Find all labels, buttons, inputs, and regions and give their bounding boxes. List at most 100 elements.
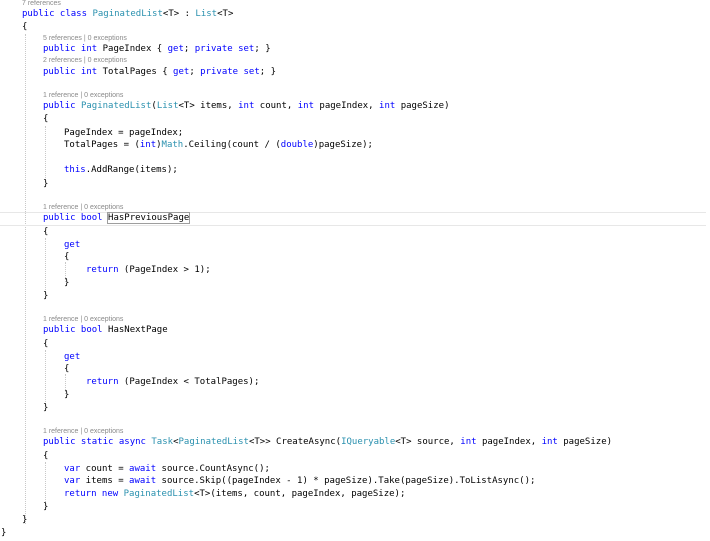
codelens-class-references[interactable]: 7 references [22, 0, 61, 8]
keyword: public bool [43, 213, 103, 223]
code-line-ctor-body-3[interactable]: this.AddRange(items); [64, 164, 178, 176]
keyword: private set [194, 44, 255, 54]
keyword: int [297, 101, 314, 111]
selected-identifier[interactable]: HasPreviousPage [107, 212, 191, 224]
type-name: IQueryable [341, 437, 396, 447]
code-line-createasync[interactable]: public static async Task<PaginatedList<T… [43, 436, 612, 448]
code-line-brace[interactable]: { [43, 338, 48, 350]
code-line-totalpages[interactable]: public int TotalPages { get; private set… [43, 66, 276, 78]
code-line-ctor-body-2[interactable]: TotalPages = (int)Math.Ceiling(count / (… [64, 139, 373, 151]
code-line-pageindex[interactable]: public int PageIndex { get; private set;… [43, 43, 271, 55]
code-text: <T> : [162, 9, 196, 19]
code-line-haspreviouspage[interactable]: public bool HasPreviousPage [43, 212, 191, 224]
code-text: ; [183, 44, 195, 54]
code-text: (PageIndex > 1); [118, 265, 211, 275]
code-line-brace[interactable]: } [43, 402, 48, 414]
type-name: PaginatedList [80, 101, 152, 111]
code-line-get[interactable]: get [64, 351, 80, 363]
code-text: count = [80, 464, 130, 474]
code-line-brace[interactable]: } [43, 501, 48, 513]
code-line-items[interactable]: var items = await source.Skip((pageIndex… [64, 475, 535, 487]
code-text: <T> [217, 9, 234, 19]
keyword: public int [43, 67, 98, 77]
type-name: List [195, 9, 218, 19]
keyword: public static async [43, 437, 146, 447]
keyword: var [64, 464, 81, 474]
code-line-constructor[interactable]: public PaginatedList(List<T> items, int … [43, 100, 449, 112]
keyword: this [64, 165, 86, 175]
code-text: <T> source, [395, 437, 461, 447]
code-text: .Ceiling(count / ( [183, 140, 281, 150]
code-line-brace[interactable]: { [43, 450, 48, 462]
code-line-brace[interactable]: } [64, 277, 69, 289]
code-line-brace[interactable]: { [22, 21, 27, 33]
code-text: <T>(items, count, pageIndex, pageSize); [194, 489, 406, 499]
type-name: PaginatedList [92, 9, 163, 19]
code-line-return-new[interactable]: return new PaginatedList<T>(items, count… [64, 488, 405, 500]
code-line-brace[interactable]: } [43, 290, 48, 302]
codelens-pageindex[interactable]: 5 references | 0 exceptions [43, 35, 127, 43]
keyword: int [238, 101, 255, 111]
code-text: ; } [259, 67, 277, 77]
code-text: )pageSize); [313, 140, 373, 150]
type-name: Task [151, 437, 174, 447]
indent-guide [25, 34, 26, 524]
codelens-constructor[interactable]: 1 reference | 0 exceptions [43, 92, 123, 100]
type-name: List [156, 101, 179, 111]
code-text: pageIndex, [314, 101, 380, 111]
code-line-ctor-body-1[interactable]: PageIndex = pageIndex; [64, 127, 183, 139]
codelens-hasnextpage[interactable]: 1 reference | 0 exceptions [43, 316, 123, 324]
keyword: int [379, 101, 396, 111]
codelens-createasync[interactable]: 1 reference | 0 exceptions [43, 428, 123, 436]
code-text: HasNextPage [102, 325, 168, 335]
keyword: public class [22, 9, 88, 19]
code-line-brace[interactable]: { [43, 113, 48, 125]
keyword: int [460, 437, 477, 447]
code-line-brace[interactable]: } [1, 527, 6, 539]
code-line-get[interactable]: get [64, 239, 80, 251]
code-text: source.Skip((pageIndex - 1) * pageSize).… [156, 476, 536, 486]
keyword: double [280, 140, 314, 150]
code-text: ; [189, 67, 201, 77]
indent-guide [45, 350, 46, 406]
codelens-haspreviouspage[interactable]: 1 reference | 0 exceptions [43, 204, 123, 212]
code-line-brace[interactable]: } [22, 514, 27, 526]
code-text: <T> items, [178, 101, 239, 111]
code-text: source.CountAsync(); [156, 464, 270, 474]
code-text: TotalPages { [97, 67, 174, 77]
keyword: int [541, 437, 558, 447]
type-name: Math [161, 140, 184, 150]
keyword: get [167, 44, 184, 54]
keyword: return new [64, 489, 119, 499]
keyword: return [86, 377, 119, 387]
code-line-count[interactable]: var count = await source.CountAsync(); [64, 463, 270, 475]
keyword: await [129, 464, 157, 474]
code-line-brace[interactable]: { [64, 363, 69, 375]
code-line-brace[interactable]: } [43, 178, 48, 190]
keyword: public bool [43, 325, 103, 335]
keyword: int [139, 140, 157, 150]
indent-guide [45, 126, 46, 182]
code-text: PageIndex { [97, 44, 168, 54]
code-text: pageIndex, [476, 437, 542, 447]
keyword: public [43, 101, 76, 111]
code-line-brace[interactable]: { [64, 251, 69, 263]
code-text: items = [80, 476, 130, 486]
code-line-return-prev[interactable]: return (PageIndex > 1); [86, 264, 211, 276]
keyword: public int [43, 44, 98, 54]
codelens-totalpages[interactable]: 2 references | 0 exceptions [43, 57, 127, 65]
keyword: return [86, 265, 119, 275]
code-line-brace[interactable]: { [43, 226, 48, 238]
keyword: private set [200, 67, 260, 77]
code-line-class-declaration[interactable]: public class PaginatedList<T> : List<T> [22, 8, 233, 20]
code-line-hasnextpage[interactable]: public bool HasNextPage [43, 324, 168, 336]
code-line-return-next[interactable]: return (PageIndex < TotalPages); [86, 376, 259, 388]
code-text: TotalPages = ( [64, 140, 140, 150]
code-text: .AddRange(items); [85, 165, 178, 175]
indent-guide [45, 238, 46, 294]
keyword: var [64, 476, 81, 486]
code-line-brace[interactable]: } [64, 389, 69, 401]
code-text: count, [254, 101, 298, 111]
type-name: PaginatedList [123, 489, 195, 499]
keyword: get [173, 67, 190, 77]
